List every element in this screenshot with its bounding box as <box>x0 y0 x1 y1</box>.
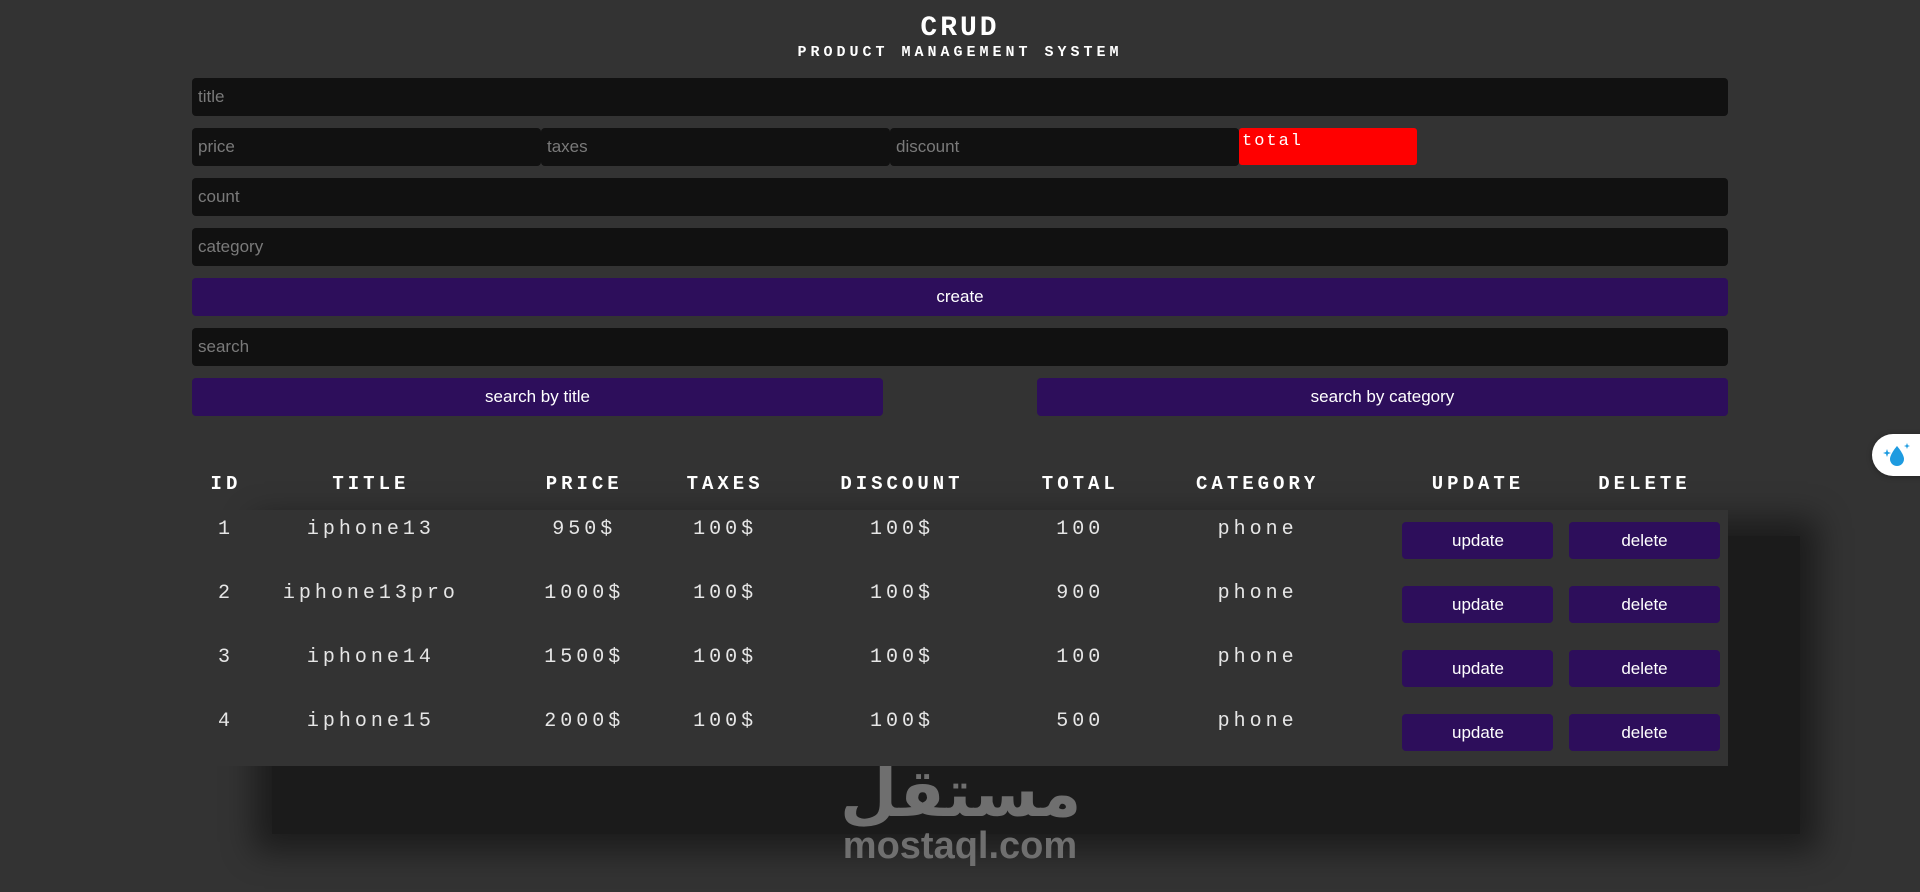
cell-discount: 100$ <box>869 710 934 733</box>
delete-button[interactable]: delete <box>1568 714 1720 751</box>
update-button[interactable]: update <box>1402 714 1554 751</box>
cell-category: phone <box>1217 582 1298 605</box>
table-header-row: ID TITLE PRICE TAXES DISCOUNT TOTAL CATE… <box>192 458 1728 510</box>
cell-total: 900 <box>1056 582 1105 605</box>
cell-price: 2000$ <box>544 710 625 733</box>
header-delete: DELETE <box>1598 473 1691 495</box>
update-button[interactable]: update <box>1402 522 1554 559</box>
price-input[interactable] <box>192 128 541 166</box>
header-total: TOTAL <box>1041 473 1119 495</box>
watermark-logo: مستقل mostaql.com <box>840 755 1082 867</box>
cell-category: phone <box>1217 646 1298 669</box>
table-row: 2 iphone13pro 1000$ 100$ 100$ 900 phone … <box>192 574 1728 638</box>
sparkle-drop-icon <box>1883 443 1910 466</box>
cell-title: iphone13 <box>306 518 435 541</box>
cell-total: 500 <box>1056 710 1105 733</box>
cell-discount: 100$ <box>869 646 934 669</box>
cell-taxes: 100$ <box>693 582 758 605</box>
cell-price: 1000$ <box>544 582 625 605</box>
watermark-arabic: مستقل <box>840 755 1082 832</box>
header-title: TITLE <box>332 473 410 495</box>
title-input[interactable] <box>192 78 1728 116</box>
search-by-title-button[interactable]: search by title <box>192 378 883 416</box>
header-price: PRICE <box>545 473 623 495</box>
delete-button[interactable]: delete <box>1568 650 1720 687</box>
cell-title: iphone13pro <box>282 582 459 605</box>
products-table: ID TITLE PRICE TAXES DISCOUNT TOTAL CATE… <box>192 458 1728 766</box>
taxes-input[interactable] <box>541 128 890 166</box>
update-button[interactable]: update <box>1402 586 1554 623</box>
create-button[interactable]: create <box>192 278 1728 316</box>
count-input[interactable] <box>192 178 1728 216</box>
cell-title: iphone15 <box>306 710 435 733</box>
floating-widget-tab[interactable] <box>1872 434 1920 476</box>
cell-price: 950$ <box>552 518 617 541</box>
cell-discount: 100$ <box>869 582 934 605</box>
total-display: total <box>1239 128 1417 165</box>
crud-app: CRUD PRODUCT MANAGEMENT SYSTEM total cre… <box>192 0 1728 766</box>
cell-title: iphone14 <box>306 646 435 669</box>
header-category: CATEGORY <box>1196 473 1320 495</box>
delete-button[interactable]: delete <box>1568 586 1720 623</box>
update-button[interactable]: update <box>1402 650 1554 687</box>
table-row: 1 iphone13 950$ 100$ 100$ 100 phone upda… <box>192 510 1728 574</box>
cell-id: 3 <box>217 646 234 669</box>
discount-input[interactable] <box>890 128 1239 166</box>
cell-id: 1 <box>217 518 234 541</box>
cell-discount: 100$ <box>869 518 934 541</box>
page-header: CRUD PRODUCT MANAGEMENT SYSTEM <box>192 0 1728 62</box>
header-discount: DISCOUNT <box>840 473 964 495</box>
cell-category: phone <box>1217 710 1298 733</box>
category-input[interactable] <box>192 228 1728 266</box>
search-input[interactable] <box>192 328 1728 366</box>
header-taxes: TAXES <box>686 473 764 495</box>
delete-button[interactable]: delete <box>1568 522 1720 559</box>
page-subtitle: PRODUCT MANAGEMENT SYSTEM <box>797 44 1123 61</box>
cell-id: 2 <box>217 582 234 605</box>
cell-id: 4 <box>217 710 234 733</box>
cell-price: 1500$ <box>544 646 625 669</box>
table-row: 3 iphone14 1500$ 100$ 100$ 100 phone upd… <box>192 638 1728 702</box>
cell-total: 100 <box>1056 646 1105 669</box>
page-title: CRUD <box>920 13 1000 44</box>
cell-category: phone <box>1217 518 1298 541</box>
cell-taxes: 100$ <box>693 518 758 541</box>
cell-taxes: 100$ <box>693 646 758 669</box>
watermark-domain: mostaql.com <box>842 825 1078 867</box>
header-update: UPDATE <box>1431 473 1525 495</box>
cell-total: 100 <box>1056 518 1105 541</box>
header-id: ID <box>210 473 242 495</box>
search-by-category-button[interactable]: search by category <box>1037 378 1728 416</box>
cell-taxes: 100$ <box>693 710 758 733</box>
